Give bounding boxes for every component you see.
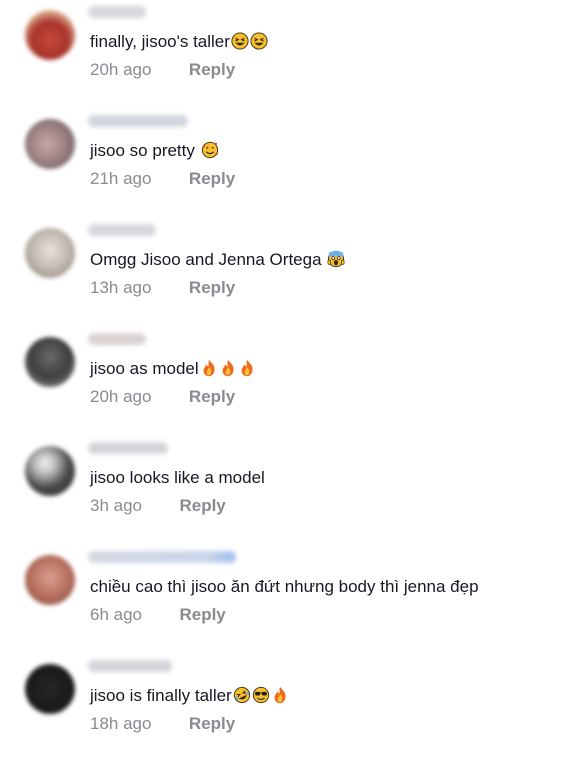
comment-body: jisoo is finally taller xyxy=(90,686,232,705)
fire-emoji-icon xyxy=(203,359,215,377)
comment-text: chiều cao thì jisoo ăn đứt nhưng body th… xyxy=(90,577,479,597)
avatar[interactable] xyxy=(25,664,75,714)
comment-body: jisoo as model xyxy=(90,359,199,378)
rolling-laughing-emoji-icon xyxy=(233,686,250,704)
username-blurred[interactable] xyxy=(88,333,146,345)
avatar[interactable] xyxy=(25,10,75,60)
comment-meta: 3h ago Reply xyxy=(90,496,226,516)
comment-body: chiều cao thì jisoo ăn đứt nhưng body th… xyxy=(90,577,479,596)
reply-button[interactable]: Reply xyxy=(189,278,235,297)
timestamp: 18h ago xyxy=(90,714,152,733)
comment-item: Omgg Jisoo and Jenna Ortega 13h ago Repl… xyxy=(0,224,570,328)
username-blurred[interactable] xyxy=(88,551,236,563)
username-blurred[interactable] xyxy=(88,224,156,236)
comment-item: jisoo as model 20h ago Reply xyxy=(0,333,570,437)
avatar[interactable] xyxy=(25,337,75,387)
reply-button[interactable]: Reply xyxy=(189,714,235,733)
smiling-hearts-emoji-icon xyxy=(201,141,218,159)
fire-emoji-icon xyxy=(241,359,253,377)
comment-meta: 13h ago Reply xyxy=(90,278,235,298)
comment-body: jisoo so pretty xyxy=(90,141,200,160)
timestamp: 21h ago xyxy=(90,169,152,188)
comment-item: jisoo is finally taller 18h ago Reply xyxy=(0,660,570,764)
fire-emoji-icon xyxy=(222,359,234,377)
username-blurred[interactable] xyxy=(88,660,172,672)
comment-meta: 21h ago Reply xyxy=(90,169,235,189)
reply-button[interactable]: Reply xyxy=(179,605,225,624)
fire-emoji-icon xyxy=(274,686,286,704)
timestamp: 6h ago xyxy=(90,605,142,624)
comment-text: jisoo looks like a model xyxy=(90,468,265,488)
reply-button[interactable]: Reply xyxy=(189,387,235,406)
timestamp: 20h ago xyxy=(90,60,152,79)
comment-item: jisoo looks like a model 3h ago Reply xyxy=(0,442,570,546)
comment-meta: 20h ago Reply xyxy=(90,60,235,80)
comment-text: jisoo as model xyxy=(90,359,256,379)
comment-meta: 18h ago Reply xyxy=(90,714,235,734)
comment-item: jisoo so pretty 21h ago Reply xyxy=(0,115,570,219)
sunglasses-emoji-icon xyxy=(252,686,269,704)
timestamp: 20h ago xyxy=(90,387,152,406)
avatar[interactable] xyxy=(25,555,75,605)
comment-meta: 6h ago Reply xyxy=(90,605,226,625)
comment-item: finally, jisoo's taller 20h ago Reply xyxy=(0,6,570,110)
comment-body: jisoo looks like a model xyxy=(90,468,265,487)
comment-item: chiều cao thì jisoo ăn đứt nhưng body th… xyxy=(0,551,570,655)
comment-body: Omgg Jisoo and Jenna Ortega xyxy=(90,250,327,269)
username-blurred[interactable] xyxy=(88,115,188,127)
comment-meta: 20h ago Reply xyxy=(90,387,235,407)
username-blurred[interactable] xyxy=(88,442,168,454)
comment-text: jisoo is finally taller xyxy=(90,686,289,706)
comment-body: finally, jisoo's taller xyxy=(90,32,230,51)
avatar[interactable] xyxy=(25,119,75,169)
comment-text: finally, jisoo's taller xyxy=(90,32,268,52)
timestamp: 13h ago xyxy=(90,278,152,297)
grinning-squint-emoji-icon xyxy=(250,32,268,50)
avatar[interactable] xyxy=(25,446,75,496)
grinning-squint-emoji-icon xyxy=(231,32,249,50)
reply-button[interactable]: Reply xyxy=(179,496,225,515)
comment-text: jisoo so pretty xyxy=(90,141,219,161)
avatar[interactable] xyxy=(25,228,75,278)
reply-button[interactable]: Reply xyxy=(189,60,235,79)
screaming-fear-emoji-icon xyxy=(327,250,345,268)
comment-text: Omgg Jisoo and Jenna Ortega xyxy=(90,250,345,270)
timestamp: 3h ago xyxy=(90,496,142,515)
reply-button[interactable]: Reply xyxy=(189,169,235,188)
username-blurred[interactable] xyxy=(88,6,146,18)
